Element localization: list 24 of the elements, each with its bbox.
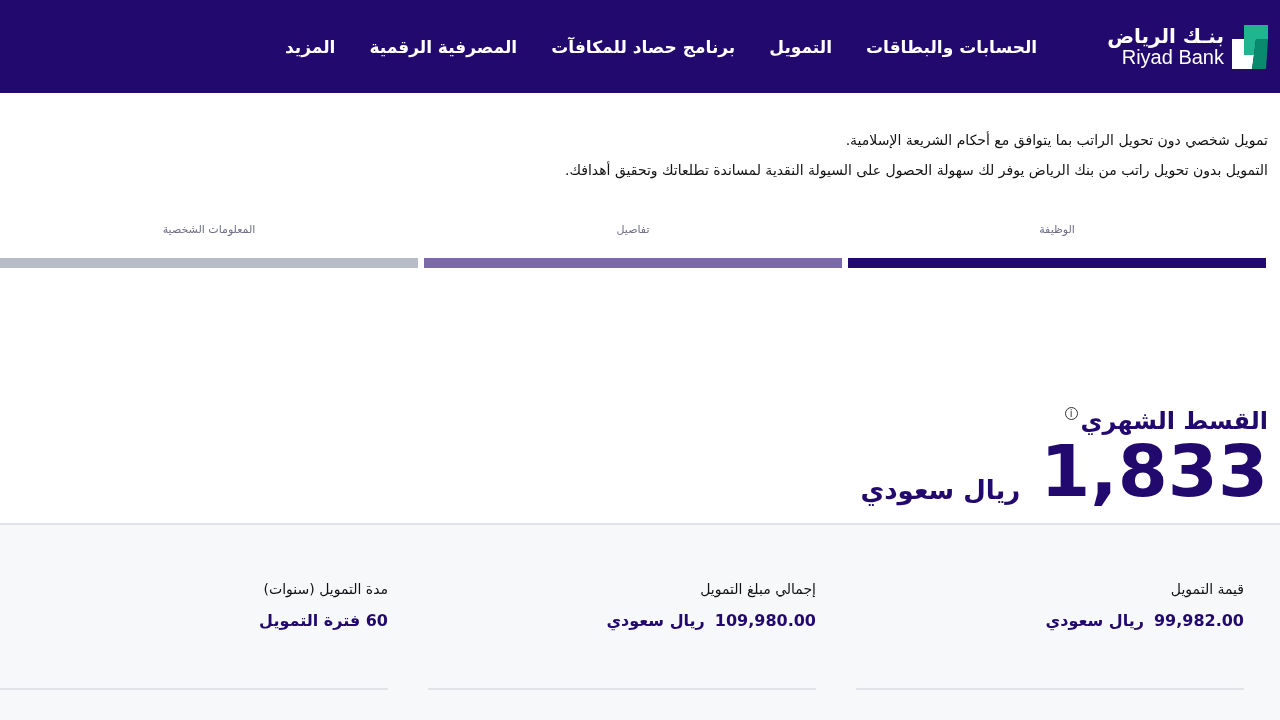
monthly-installment-title: القسط الشهري bbox=[1080, 407, 1268, 435]
nav-link[interactable]: برنامج حصاد للمكافآت bbox=[551, 36, 736, 57]
field-label: إجمالي مبلغ التمويل bbox=[699, 581, 816, 597]
nav-link[interactable]: المزيد bbox=[285, 36, 336, 57]
currency-text: ريال سعودي bbox=[606, 611, 705, 630]
step-label: الوظيفة bbox=[1039, 223, 1075, 236]
currency-text: ريال سعودي bbox=[1045, 611, 1144, 630]
field-label: قيمة التمويل bbox=[1169, 581, 1244, 597]
step-label: تفاصيل bbox=[616, 223, 650, 236]
field-value: 109,980.00 bbox=[714, 611, 816, 630]
monthly-amount: 1,833 bbox=[1040, 435, 1268, 507]
logo-english-text: Riyad Bank bbox=[1121, 46, 1224, 68]
currency-text: ريال سعودي bbox=[860, 475, 1021, 507]
logo-icon bbox=[1232, 24, 1268, 69]
description-text: تمويل شخصي دون تحويل الراتب بما يتوافق مع أحكام الشريعة الإسلامية. bbox=[844, 130, 1268, 151]
nav-link[interactable]: التمويل bbox=[769, 36, 832, 57]
step-label: المعلومات الشخصية bbox=[162, 223, 256, 236]
field-value: 60 فترة التمويل bbox=[259, 611, 388, 630]
nav-link[interactable]: الحسابات والبطاقات bbox=[866, 36, 1038, 57]
field-label: مدة التمويل (سنوات) bbox=[262, 581, 388, 597]
logo-arabic-text: بنـك الرياض bbox=[1107, 25, 1224, 47]
nav-link[interactable]: المصرفية الرقمية bbox=[369, 36, 518, 57]
description-text: التمويل بدون تحويل راتب من بنك الرياض يوفر لك سهولة الحصول على السيولة النقدية لمساندة تطلعاتك وتحقيق أهدافك. bbox=[564, 160, 1268, 181]
field-value: 99,982.00 bbox=[1153, 611, 1244, 630]
